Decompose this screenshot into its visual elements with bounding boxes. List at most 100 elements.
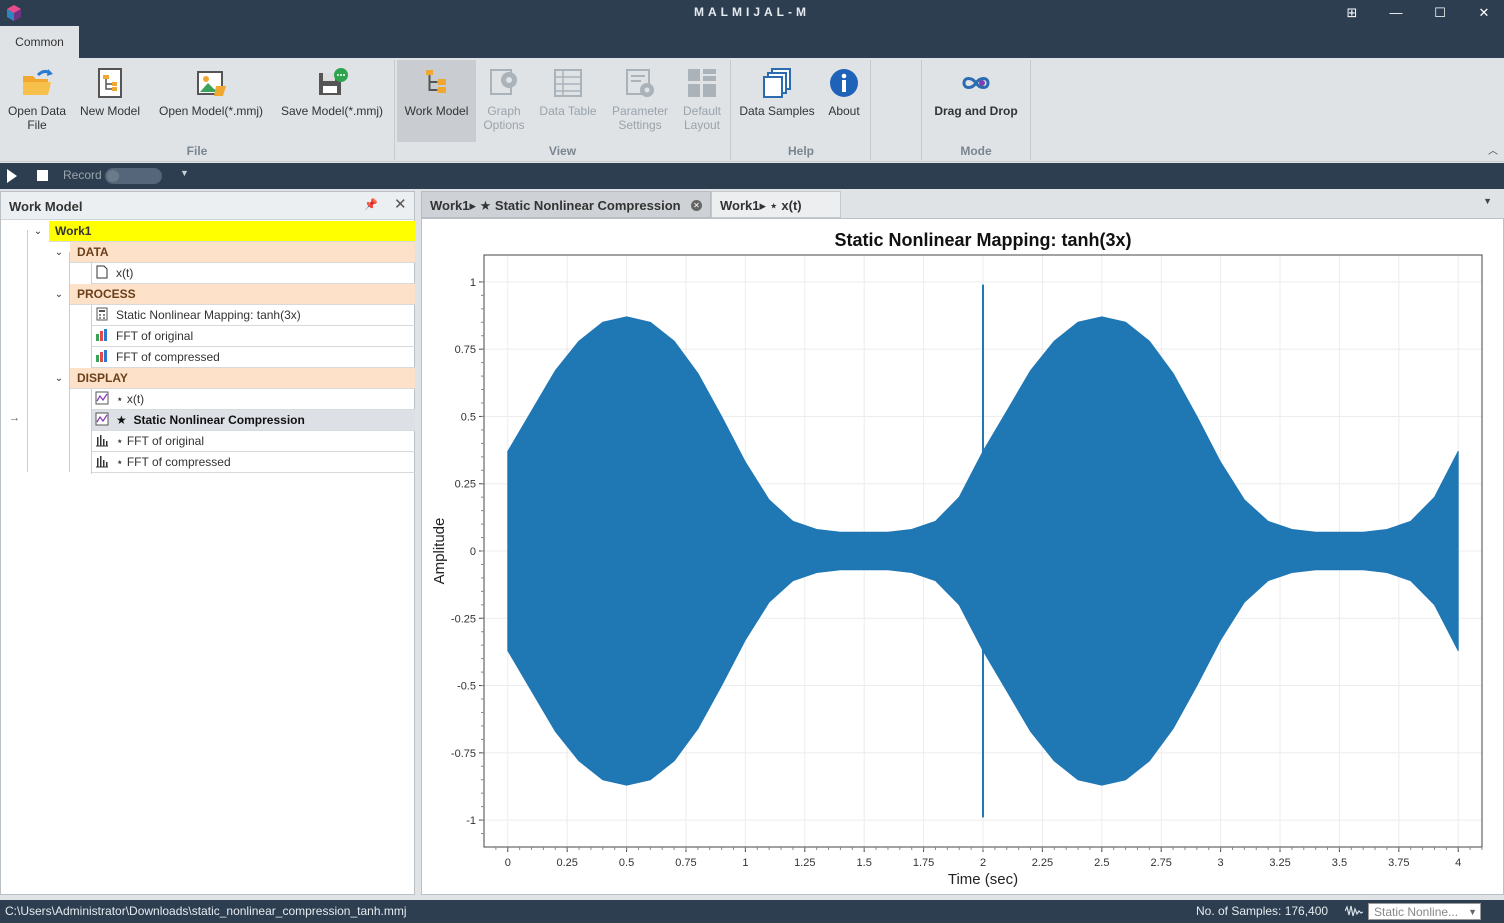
x-tick-label: 4 bbox=[1455, 857, 1461, 869]
tree-item-fft-compressed[interactable]: FFT of compressed bbox=[92, 347, 415, 368]
info-icon bbox=[830, 69, 858, 97]
close-window-button[interactable]: ✕ bbox=[1462, 0, 1504, 26]
tree-root-work1[interactable]: Work1 bbox=[49, 221, 415, 242]
y-axis-label: Amplitude bbox=[431, 518, 448, 585]
new-model-button[interactable]: New Model bbox=[76, 60, 144, 140]
chart-title: Static Nonlinear Mapping: tanh(3x) bbox=[834, 230, 1131, 250]
work-model-panel: Work Model 📌 ✕ ⌄ Work1 ⌄ DATA x(t) ⌄ PRO… bbox=[0, 191, 415, 895]
dropdown-arrow-icon[interactable]: ▼ bbox=[180, 168, 189, 178]
save-model-button[interactable]: Save Model(*.mmj) bbox=[275, 60, 389, 140]
tree-item-fft-original[interactable]: FFT of original bbox=[92, 326, 415, 347]
y-tick-label: -0.25 bbox=[451, 613, 476, 625]
waveform-icon bbox=[1345, 905, 1363, 917]
status-bar: C:\Users\Administrator\Downloads\static_… bbox=[0, 900, 1504, 923]
title-bar: MALMIJAL-M ⊞ — ☐ ✕ bbox=[0, 0, 1504, 26]
parameter-settings-icon bbox=[626, 69, 654, 97]
tree-item-static-nonlinear-mapping[interactable]: Static Nonlinear Mapping: tanh(3x) bbox=[92, 305, 415, 326]
x-tick-label: 2.25 bbox=[1032, 857, 1053, 869]
tab-xt[interactable]: Work1▸ ⋆ x(t) bbox=[711, 191, 841, 218]
x-tick-label: 3 bbox=[1218, 857, 1224, 869]
x-tick-label: 3.5 bbox=[1332, 857, 1347, 869]
tree-item-display-fft-original[interactable]: ⋆ FFT of original bbox=[92, 431, 415, 452]
tree-category-data[interactable]: DATA bbox=[70, 242, 415, 263]
y-tick-label: 1 bbox=[470, 277, 476, 289]
collapse-chevron-icon[interactable]: ⌄ bbox=[53, 289, 65, 300]
drag-and-drop-button[interactable]: Drag and Drop bbox=[926, 60, 1026, 140]
open-data-file-button[interactable]: Open Data File bbox=[4, 60, 70, 140]
save-model-icon bbox=[319, 68, 348, 95]
ribbon-collapse-chevron-icon[interactable]: ︿ bbox=[1488, 142, 1498, 157]
work-model-label: Work Model bbox=[404, 104, 469, 118]
play-icon[interactable] bbox=[7, 169, 17, 183]
work-model-title: Work Model bbox=[9, 199, 83, 214]
data-table-button[interactable]: Data Table bbox=[535, 60, 601, 140]
record-toggle[interactable] bbox=[105, 168, 162, 184]
close-tab-icon[interactable]: ✕ bbox=[691, 200, 702, 211]
y-tick-label: 0.75 bbox=[455, 344, 476, 356]
restore-layout-button[interactable]: ⊞ bbox=[1330, 0, 1374, 26]
stop-icon[interactable] bbox=[37, 170, 48, 181]
collapse-chevron-icon[interactable]: ⌄ bbox=[32, 226, 44, 237]
tree-item-xt[interactable]: x(t) bbox=[92, 263, 415, 284]
ribbon-group-help: Help bbox=[787, 144, 814, 158]
y-tick-label: 0.5 bbox=[461, 411, 476, 423]
close-panel-icon[interactable]: ✕ bbox=[394, 195, 407, 213]
y-tick-label: -0.5 bbox=[457, 681, 476, 693]
x-tick-label: 2 bbox=[980, 857, 986, 869]
x-tick-label: 0.25 bbox=[556, 857, 577, 869]
ribbon-group-view: View bbox=[548, 144, 577, 158]
new-model-label: New Model bbox=[79, 104, 141, 118]
pin-icon[interactable]: 📌 bbox=[364, 198, 378, 211]
ribbon-tab-strip: Common bbox=[0, 26, 1504, 58]
tab-static-nonlinear-compression[interactable]: Work1▸ ★ Static Nonlinear Compression ✕ bbox=[421, 191, 711, 218]
ribbon: Open Data File New Model Open Model(*.mm… bbox=[0, 58, 1504, 162]
collapse-chevron-icon[interactable]: ⌄ bbox=[53, 247, 65, 258]
app-title: MALMIJAL-M bbox=[694, 5, 810, 19]
minimize-button[interactable]: — bbox=[1374, 0, 1418, 26]
about-button[interactable]: About bbox=[822, 60, 866, 140]
default-layout-button[interactable]: Default Layout bbox=[676, 60, 728, 140]
open-folder-icon bbox=[23, 69, 53, 95]
tree-item-display-fft-compressed[interactable]: ⋆ FFT of compressed bbox=[92, 452, 415, 473]
data-samples-button[interactable]: Data Samples bbox=[736, 60, 818, 140]
tree-item-label: Static Nonlinear Compression bbox=[133, 413, 305, 427]
line-graph-icon bbox=[95, 412, 109, 426]
drag-and-drop-label: Drag and Drop bbox=[934, 104, 1018, 118]
work-model-button[interactable]: Work Model bbox=[397, 60, 476, 142]
open-model-icon bbox=[197, 71, 226, 96]
record-toolbar: Record ▼ bbox=[0, 163, 1504, 189]
display-selector-combo[interactable]: Static Nonline... ▼ bbox=[1368, 903, 1481, 920]
parameter-settings-button[interactable]: Parameter Settings bbox=[607, 60, 673, 140]
x-tick-label: 1.25 bbox=[794, 857, 815, 869]
graph-options-button[interactable]: Graph Options bbox=[478, 60, 530, 140]
ribbon-group-file: File bbox=[186, 144, 208, 158]
data-samples-icon bbox=[763, 68, 791, 98]
graph-options-label-2: Options bbox=[483, 118, 525, 132]
tree-category-display[interactable]: DISPLAY bbox=[70, 368, 415, 389]
chart-panel: 0 0.25 0.5 0.75 1 1.25 1.5 1.75 2 2.25 2.5 2.75 3 3.2… bbox=[421, 218, 1504, 895]
work-model-icon bbox=[425, 70, 446, 93]
default-layout-icon bbox=[688, 69, 716, 97]
data-samples-label: Data Samples bbox=[739, 104, 815, 118]
y-tick-label: -0.75 bbox=[451, 748, 476, 760]
ribbon-group-mode: Mode bbox=[960, 144, 992, 158]
collapse-chevron-icon[interactable]: ⌄ bbox=[53, 373, 65, 384]
x-tick-label: 3.25 bbox=[1269, 857, 1290, 869]
parameter-settings-label-2: Settings bbox=[618, 118, 662, 132]
ribbon-tab-common[interactable]: Common bbox=[0, 26, 79, 58]
tab-prefix: Work1▸ ⋆ bbox=[720, 198, 778, 213]
tab-list-dropdown-icon[interactable]: ▼ bbox=[1483, 196, 1492, 206]
chart[interactable]: 0 0.25 0.5 0.75 1 1.25 1.5 1.75 2 2.25 2.5 2.75 3 3.2… bbox=[422, 219, 1503, 894]
combo-value: Static Nonline... bbox=[1374, 905, 1459, 919]
maximize-button[interactable]: ☐ bbox=[1418, 0, 1462, 26]
y-tick-label: 0.25 bbox=[455, 479, 476, 491]
open-model-button[interactable]: Open Model(*.mmj) bbox=[152, 60, 270, 140]
tree-category-process[interactable]: PROCESS bbox=[70, 284, 415, 305]
work-model-header: Work Model 📌 ✕ bbox=[1, 192, 414, 220]
x-tick-label: 2.5 bbox=[1094, 857, 1109, 869]
tree-item-static-nonlinear-compression[interactable]: ★ Static Nonlinear Compression bbox=[92, 410, 415, 431]
selected-star-icon: ★ bbox=[116, 413, 127, 427]
ribbon-separator bbox=[870, 60, 871, 160]
tree-item-display-xt[interactable]: ⋆ x(t) bbox=[92, 389, 415, 410]
tab-prefix: Work1▸ ★ bbox=[430, 198, 492, 213]
